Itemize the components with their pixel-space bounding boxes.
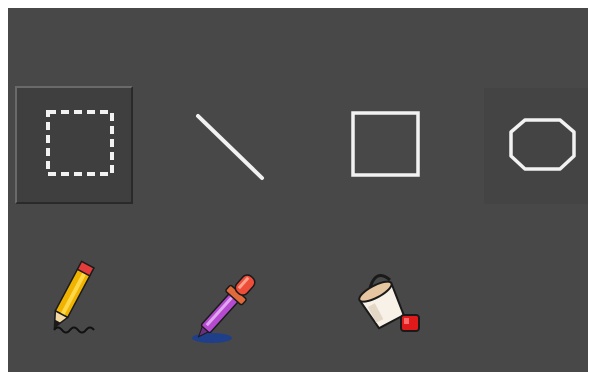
color-picker-tool[interactable] [184, 264, 272, 348]
toolbox-frame [0, 0, 595, 372]
tool-palette [8, 8, 588, 372]
dashed-rectangle-icon [46, 110, 114, 176]
rounded-rectangle-icon [509, 118, 576, 171]
rectangle-tool[interactable] [334, 96, 434, 196]
rounded-rectangle-tool[interactable] [484, 88, 588, 204]
paint-bucket-icon [358, 274, 420, 332]
rectangle-icon [351, 111, 420, 177]
line-tool[interactable] [176, 96, 276, 196]
pencil-tool[interactable] [32, 256, 102, 338]
fill-tool[interactable] [346, 262, 426, 342]
rectangle-select-tool[interactable] [15, 86, 133, 204]
eyedropper-icon [192, 274, 256, 343]
pencil-icon [53, 260, 95, 334]
line-icon [196, 114, 264, 180]
